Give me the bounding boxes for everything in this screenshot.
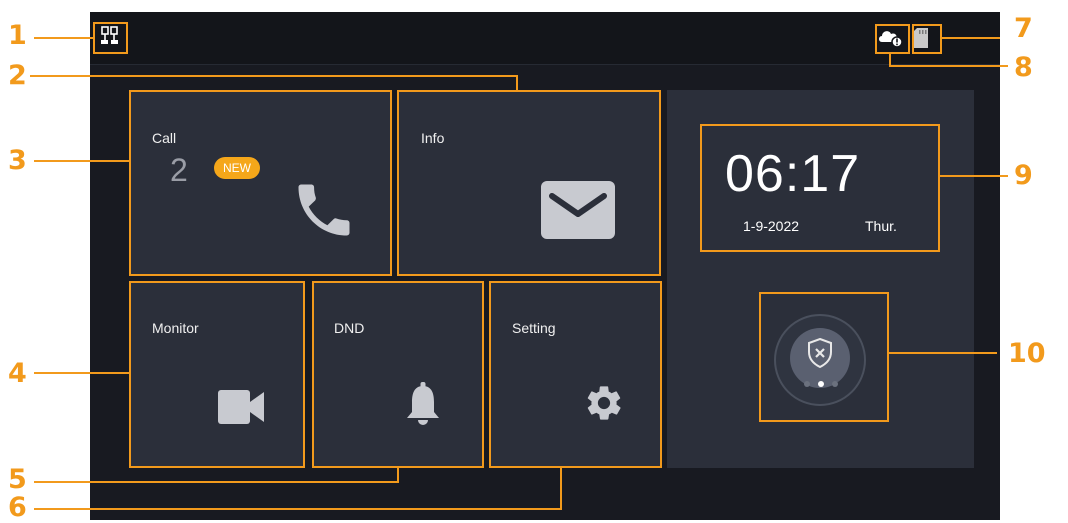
callout-box-network xyxy=(93,22,128,54)
leader-line-8b xyxy=(889,54,891,67)
leader-line-5b xyxy=(397,468,399,483)
callout-number-9: 9 xyxy=(1014,160,1033,191)
leader-line-1 xyxy=(34,37,93,39)
callout-number-5: 5 xyxy=(8,464,27,495)
callout-box-cloud xyxy=(875,24,910,54)
callout-box-monitor xyxy=(129,281,305,468)
leader-line-7 xyxy=(942,37,1000,39)
callout-box-sd xyxy=(912,24,942,54)
leader-line-10 xyxy=(889,352,997,354)
callout-number-3: 3 xyxy=(8,145,27,176)
callout-number-1: 1 xyxy=(8,20,27,51)
callout-number-8: 8 xyxy=(1014,52,1033,83)
leader-line-4 xyxy=(34,372,129,374)
callout-box-clock xyxy=(700,124,940,252)
leader-line-8 xyxy=(890,65,1008,67)
callout-box-dnd xyxy=(312,281,484,468)
callout-box-info xyxy=(397,90,661,276)
callout-box-arm xyxy=(759,292,889,422)
callout-number-6: 6 xyxy=(8,492,27,523)
callout-number-10: 10 xyxy=(1008,338,1046,369)
leader-line-2 xyxy=(30,75,518,77)
callout-box-setting xyxy=(489,281,662,468)
leader-line-5 xyxy=(34,481,399,483)
callout-number-2: 2 xyxy=(8,60,27,91)
callout-number-4: 4 xyxy=(8,358,27,389)
leader-line-6b xyxy=(560,468,562,510)
leader-line-3 xyxy=(34,160,129,162)
callout-box-call xyxy=(129,90,392,276)
callout-number-7: 7 xyxy=(1014,13,1033,44)
leader-line-2b xyxy=(516,75,518,91)
leader-line-9 xyxy=(940,175,1008,177)
status-bar xyxy=(90,12,1000,65)
leader-line-6 xyxy=(34,508,562,510)
